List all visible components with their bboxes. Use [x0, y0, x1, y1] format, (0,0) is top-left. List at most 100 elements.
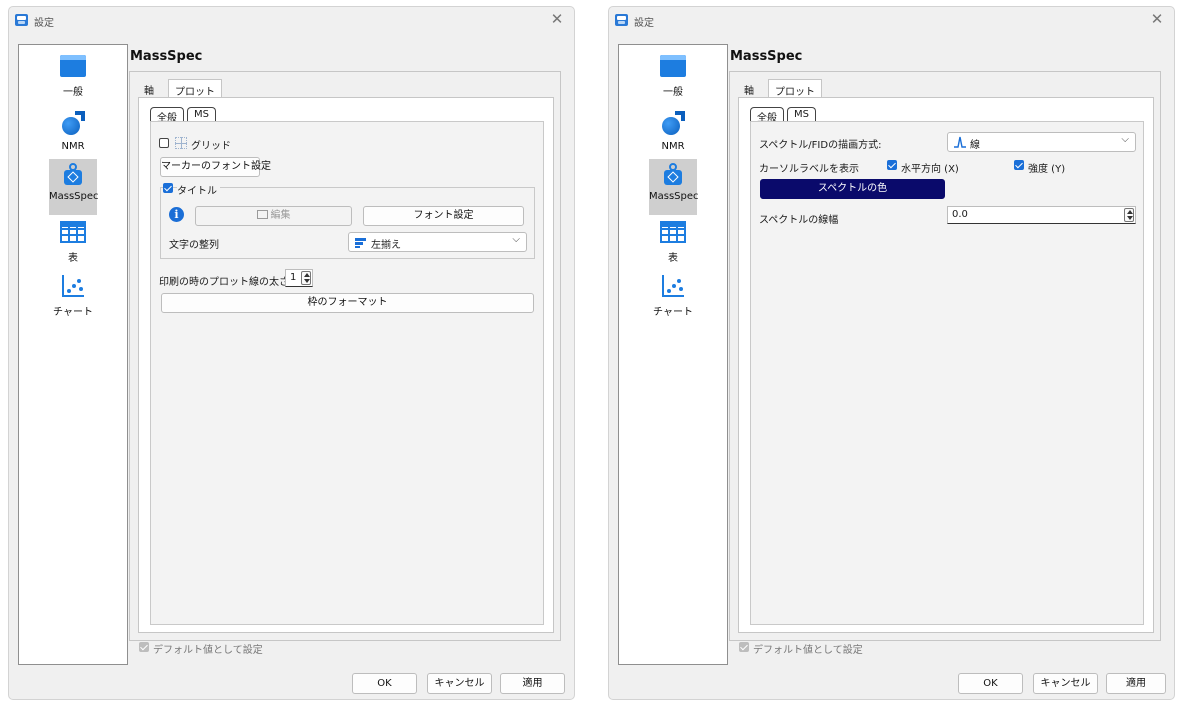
grid-checkbox[interactable] [159, 138, 169, 148]
subtab-ms[interactable]: MS [187, 107, 216, 121]
chevron-down-icon: ⌵ [1121, 134, 1129, 145]
subtab-general[interactable]: 全般 [750, 107, 784, 124]
default-checkbox-label: デフォルト値として設定 [153, 645, 263, 656]
close-button[interactable]: ✕ [548, 10, 566, 28]
print-line-width-value: 1 [290, 272, 297, 283]
print-line-width-spinbox[interactable]: 1 [285, 269, 313, 287]
default-checkbox [139, 642, 149, 652]
cancel-button[interactable]: キャンセル [427, 673, 492, 694]
title-bar: 設定 ✕ [9, 7, 574, 35]
tab-axis[interactable]: 軸 [138, 79, 160, 98]
sidebar-item-label: MassSpec [649, 191, 699, 202]
title-group-label: タイトル [177, 182, 220, 197]
sidebar-item-nmr[interactable]: NMR [649, 107, 697, 163]
draw-mode-select[interactable]: 線 ⌵ [947, 132, 1136, 152]
panel-title: MassSpec [130, 49, 203, 64]
cursor-label-text: カーソルラベルを表示 [759, 164, 859, 175]
sidebar-item-label: 一般 [663, 87, 683, 98]
general-subtab-pane: グリッド マーカーのフォント設定 タイトル i 編集 フォント設定 文字の整列 … [150, 121, 544, 625]
title-checkbox[interactable] [163, 183, 173, 193]
horizontal-checkbox[interactable] [887, 160, 897, 170]
frame-format-button[interactable]: 枠のフォーマット [161, 293, 534, 313]
sidebar-item-table[interactable]: 表 [49, 217, 97, 273]
scatter-chart-icon [660, 275, 686, 297]
sidebar-item-general[interactable]: 一般 [49, 51, 97, 107]
grid-label: グリッド [191, 141, 231, 152]
line-width-spinbox[interactable]: 0.0 [947, 206, 1136, 224]
sidebar-item-nmr[interactable]: NMR [49, 107, 97, 163]
ok-button[interactable]: OK [352, 673, 417, 694]
sidebar-item-label: MassSpec [49, 191, 99, 202]
sidebar-item-label: 一般 [63, 87, 83, 98]
default-checkbox-label: デフォルト値として設定 [753, 645, 863, 656]
edit-icon [256, 210, 268, 219]
table-icon [60, 221, 86, 243]
info-icon[interactable]: i [169, 207, 184, 222]
category-sidebar: 一般 NMR MassSpec 表 チャート [618, 44, 728, 665]
table-icon [660, 221, 686, 243]
scatter-chart-icon [60, 275, 86, 297]
weight-icon [660, 163, 686, 185]
sidebar-item-label: 表 [68, 253, 78, 264]
subtab-ms[interactable]: MS [787, 107, 816, 121]
font-settings-button[interactable]: フォント設定 [363, 206, 524, 226]
intensity-label: 強度 (Y) [1028, 164, 1066, 175]
text-align-label: 文字の整列 [169, 240, 219, 251]
apply-button[interactable]: 適用 [500, 673, 565, 694]
draw-mode-value: 線 [970, 140, 980, 151]
settings-frame: 軸 プロット 全般 MS グリッド マーカーのフォント設定 タイトル i 編集 … [129, 71, 561, 641]
sphere-arrow-icon [61, 111, 85, 135]
ms-subtab-pane: スペクトル/FIDの描画方式: 線 ⌵ カーソルラベルを表示 水平方向 (X) … [750, 121, 1144, 625]
close-button[interactable]: ✕ [1148, 10, 1166, 28]
sidebar-item-general[interactable]: 一般 [649, 51, 697, 107]
horizontal-label: 水平方向 (X) [901, 164, 959, 175]
sidebar-item-label: チャート [53, 307, 93, 318]
draw-mode-label: スペクトル/FIDの描画方式: [759, 140, 882, 151]
sidebar-item-massspec[interactable]: MassSpec [49, 159, 99, 215]
sidebar-item-massspec[interactable]: MassSpec [649, 159, 699, 215]
ok-button[interactable]: OK [958, 673, 1023, 694]
spin-arrows-icon[interactable] [301, 271, 311, 285]
settings-dialog-general: 設定 ✕ 一般 NMR MassSpec 表 チャート MassSpec 軸 プ… [8, 6, 575, 700]
sidebar-item-table[interactable]: 表 [649, 217, 697, 273]
edit-button-label: 編集 [270, 210, 291, 221]
settings-dialog-ms: 設定 ✕ 一般 NMR MassSpec 表 チャート MassSpec 軸 プ… [608, 6, 1175, 700]
tab-axis[interactable]: 軸 [738, 79, 760, 98]
title-bar: 設定 ✕ [609, 7, 1174, 35]
sidebar-item-label: NMR [61, 141, 85, 152]
plot-tab-pane: 全般 MS スペクトル/FIDの描画方式: 線 ⌵ カーソルラベルを表示 水平方… [738, 97, 1154, 633]
edit-button: 編集 [195, 206, 352, 226]
window-icon [60, 55, 86, 77]
tab-plot[interactable]: プロット [768, 79, 822, 98]
sidebar-item-chart[interactable]: チャート [49, 271, 97, 327]
subtab-general[interactable]: 全般 [150, 107, 184, 124]
plot-tab-pane: 全般 MS グリッド マーカーのフォント設定 タイトル i 編集 フォント設定 … [138, 97, 554, 633]
window-title: 設定 [634, 18, 654, 29]
line-width-value: 0.0 [952, 209, 968, 220]
tab-plot[interactable]: プロット [168, 79, 222, 98]
app-icon [615, 14, 628, 26]
line-width-label: スペクトルの線幅 [759, 215, 839, 226]
default-checkbox [739, 642, 749, 652]
chevron-down-icon: ⌵ [512, 234, 520, 245]
panel-title: MassSpec [730, 49, 803, 64]
grid-icon [175, 137, 187, 149]
intensity-checkbox[interactable] [1014, 160, 1024, 170]
window-title: 設定 [34, 18, 54, 29]
align-left-icon [355, 238, 366, 248]
cancel-button[interactable]: キャンセル [1033, 673, 1098, 694]
sidebar-item-label: 表 [668, 253, 678, 264]
sidebar-item-chart[interactable]: チャート [649, 271, 697, 327]
spectrum-color-button[interactable]: スペクトルの色 [760, 179, 945, 199]
spin-arrows-icon[interactable] [1124, 208, 1134, 222]
weight-icon [60, 163, 86, 185]
settings-frame: 軸 プロット 全般 MS スペクトル/FIDの描画方式: 線 ⌵ カーソルラベル… [729, 71, 1161, 641]
app-icon [15, 14, 28, 26]
apply-button[interactable]: 適用 [1106, 673, 1166, 694]
window-icon [660, 55, 686, 77]
text-align-value: 左揃え [371, 240, 401, 251]
text-align-select[interactable]: 左揃え ⌵ [348, 232, 527, 252]
marker-font-button[interactable]: マーカーのフォント設定 [160, 157, 271, 177]
category-sidebar: 一般 NMR MassSpec 表 チャート [18, 44, 128, 665]
sphere-arrow-icon [661, 111, 685, 135]
